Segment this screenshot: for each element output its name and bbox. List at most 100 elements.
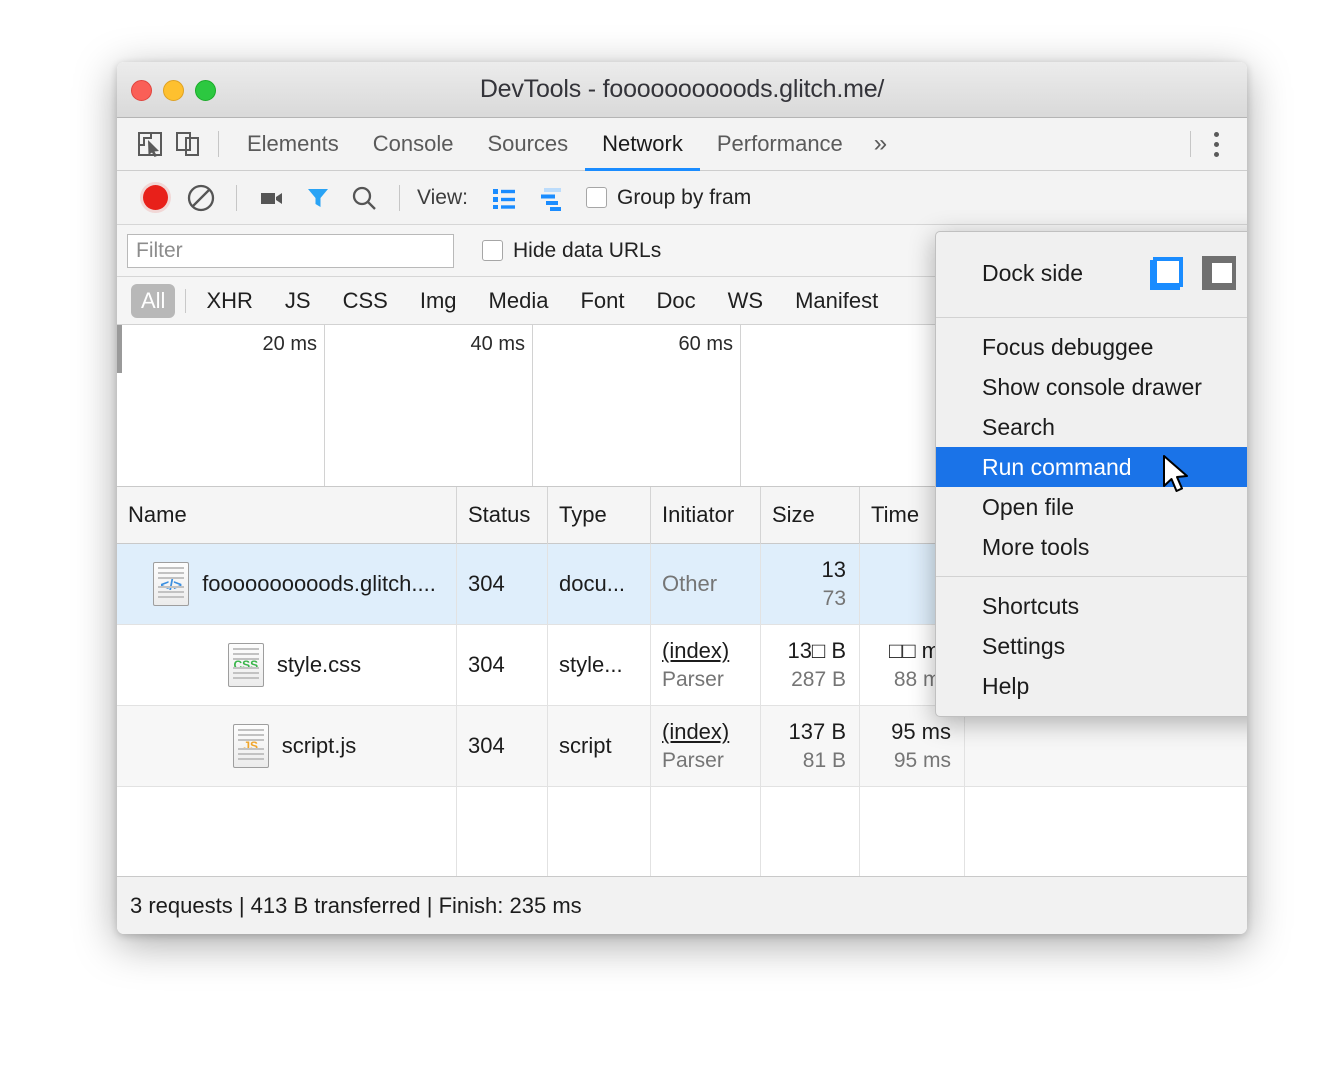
main-menu-kebab-icon[interactable] — [1202, 132, 1231, 157]
devtools-window: DevTools - foooooooooods.glitch.me/ Elem… — [117, 62, 1247, 934]
menu-item-focus-debuggee[interactable]: Focus debuggee — [936, 327, 1247, 367]
chip-font[interactable]: Font — [570, 284, 634, 318]
menu-item-label: Help — [982, 673, 1029, 700]
chip-ws[interactable]: WS — [718, 284, 773, 318]
tab-label: Performance — [717, 131, 843, 157]
menu-item-label: Shortcuts — [982, 593, 1079, 620]
dock-left-icon[interactable] — [1202, 256, 1236, 290]
chip-xhr[interactable]: XHR — [196, 284, 262, 318]
dock-side-label: Dock side — [982, 260, 1083, 287]
minimize-window-button[interactable] — [163, 80, 184, 101]
search-icon[interactable] — [342, 176, 386, 220]
chip-img[interactable]: Img — [410, 284, 467, 318]
menu-item-more-tools[interactable]: More tools ▶ — [936, 527, 1247, 567]
window-titlebar: DevTools - foooooooooods.glitch.me/ — [117, 62, 1247, 118]
timeline-tick-label: 40 ms — [471, 333, 525, 356]
initiator-sub: Parser — [662, 668, 760, 692]
cell-initiator: Other — [651, 544, 761, 624]
time-value: 95 ms — [891, 719, 951, 745]
column-header-type[interactable]: Type — [548, 487, 651, 544]
cell-name: </> foooooooooods.glitch.... — [117, 544, 457, 624]
css-file-icon: CSS — [228, 643, 264, 687]
menu-item-show-console-drawer[interactable]: Show console drawer Esc — [936, 367, 1247, 407]
dock-side-options — [1150, 256, 1247, 290]
menu-item-run-command[interactable]: Run command ⌘ ⇧ P — [936, 447, 1247, 487]
camera-icon[interactable] — [250, 176, 294, 220]
cell-name: JS script.js — [117, 706, 457, 786]
toolbar-divider — [399, 185, 400, 211]
initiator-link[interactable]: (index) — [662, 719, 760, 745]
record-button[interactable] — [133, 176, 177, 220]
tab-sources[interactable]: Sources — [470, 118, 585, 171]
menu-item-open-file[interactable]: Open file ⌘ P — [936, 487, 1247, 527]
tab-performance[interactable]: Performance — [700, 118, 860, 171]
initiator-sub: Parser — [662, 749, 760, 773]
tab-console[interactable]: Console — [356, 118, 471, 171]
column-header-size[interactable]: Size — [761, 487, 860, 544]
table-row[interactable]: JS script.js 304 script (index) Parser 1… — [117, 706, 1247, 787]
chip-all[interactable]: All — [131, 284, 175, 318]
menu-separator — [936, 317, 1247, 318]
timeline-tick — [741, 325, 949, 486]
filter-input[interactable] — [127, 234, 454, 268]
hide-data-urls-checkbox[interactable]: Hide data URLs — [482, 239, 661, 263]
request-name: foooooooooods.glitch.... — [202, 571, 436, 597]
cell-name: CSS style.css — [117, 625, 457, 705]
initiator-link[interactable]: (index) — [662, 638, 760, 664]
tab-network[interactable]: Network — [585, 118, 700, 171]
menu-separator — [936, 576, 1247, 577]
inspect-element-icon[interactable] — [131, 125, 169, 163]
toolbar-divider — [236, 185, 237, 211]
menu-item-label: Show console drawer — [982, 374, 1202, 401]
cell-waterfall — [965, 706, 1247, 786]
chip-media[interactable]: Media — [479, 284, 559, 318]
list-view-icon[interactable] — [482, 176, 526, 220]
waterfall-view-icon[interactable] — [528, 176, 572, 220]
chip-js[interactable]: JS — [275, 284, 321, 318]
funnel-icon[interactable] — [296, 176, 340, 220]
column-header-initiator[interactable]: Initiator — [651, 487, 761, 544]
column-header-name[interactable]: Name — [117, 487, 457, 544]
menu-item-help[interactable]: Help ▶ — [936, 666, 1247, 706]
chip-doc[interactable]: Doc — [646, 284, 705, 318]
traffic-lights — [131, 80, 216, 101]
size-value: 137 B — [789, 719, 847, 745]
menu-item-label: Run command — [982, 454, 1132, 481]
chip-css[interactable]: CSS — [333, 284, 398, 318]
device-toolbar-icon[interactable] — [169, 125, 207, 163]
time-sub: 95 ms — [894, 749, 951, 773]
request-name: style.css — [277, 652, 361, 678]
cell-initiator: (index) Parser — [651, 706, 761, 786]
tab-label: Elements — [247, 131, 339, 157]
tab-elements[interactable]: Elements — [230, 118, 356, 171]
menu-item-label: Settings — [982, 633, 1065, 660]
menu-item-label: Focus debuggee — [982, 334, 1153, 361]
menu-item-label: Open file — [982, 494, 1074, 521]
close-window-button[interactable] — [131, 80, 152, 101]
more-tabs-icon[interactable]: » — [860, 118, 901, 171]
zoom-window-button[interactable] — [195, 80, 216, 101]
column-header-status[interactable]: Status — [457, 487, 548, 544]
size-sub: 81 B — [803, 749, 846, 773]
window-title: DevTools - foooooooooods.glitch.me/ — [117, 75, 1247, 104]
menu-item-search[interactable]: Search ⌘ ⌥ F — [936, 407, 1247, 447]
cell-size: 13 73 — [761, 544, 860, 624]
menu-item-label: More tools — [982, 534, 1089, 561]
chip-manifest[interactable]: Manifest — [785, 284, 888, 318]
tab-label: Console — [373, 131, 454, 157]
size-sub: 73 — [823, 587, 846, 611]
size-value: 13□ B — [787, 638, 846, 664]
menu-item-shortcuts[interactable]: Shortcuts — [936, 586, 1247, 626]
group-by-frame-checkbox[interactable]: Group by fram — [586, 186, 751, 210]
js-file-icon: JS — [233, 724, 269, 768]
cell-initiator: (index) Parser — [651, 625, 761, 705]
dock-side-row: Dock side — [936, 238, 1247, 308]
timeline-tick-label: 60 ms — [679, 333, 733, 356]
size-sub: 287 B — [791, 668, 846, 692]
undock-icon[interactable] — [1150, 256, 1184, 290]
cell-size: 13□ B 287 B — [761, 625, 860, 705]
clear-button[interactable] — [179, 176, 223, 220]
menu-item-settings[interactable]: Settings F1 — [936, 626, 1247, 666]
checkbox-box — [586, 187, 607, 208]
record-dot-icon — [143, 185, 168, 210]
